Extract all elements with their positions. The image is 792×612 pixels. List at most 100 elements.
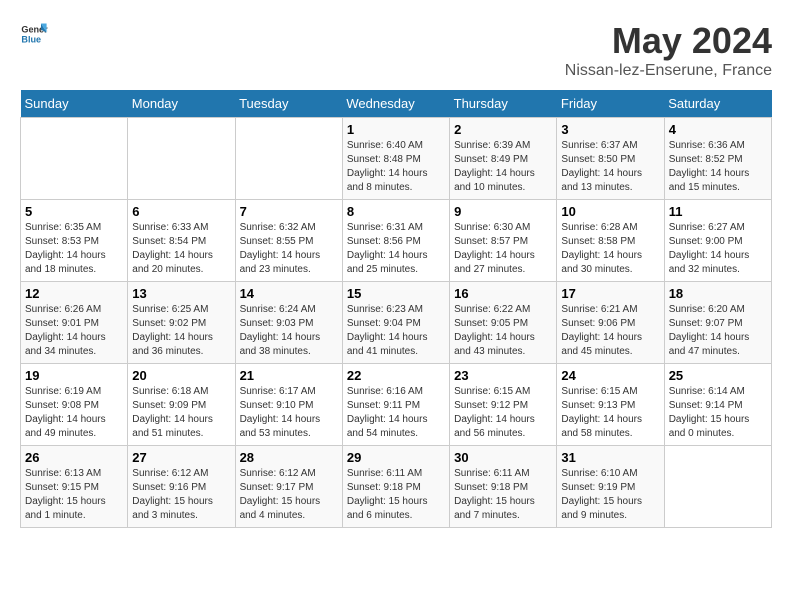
day-cell: 11 Sunrise: 6:27 AM Sunset: 9:00 PM Dayli… [664, 200, 771, 282]
title-block: May 2024 Nissan-lez-Enserune, France [565, 20, 772, 80]
day-number: 7 [240, 204, 338, 219]
day-header-monday: Monday [128, 90, 235, 118]
day-info: Sunrise: 6:35 AM Sunset: 8:53 PM Dayligh… [25, 221, 123, 277]
day-number: 2 [454, 122, 552, 137]
day-number: 4 [669, 122, 767, 137]
day-number: 16 [454, 286, 552, 301]
day-cell: 23 Sunrise: 6:15 AM Sunset: 9:12 PM Dayli… [450, 364, 557, 446]
day-info: Sunrise: 6:36 AM Sunset: 8:52 PM Dayligh… [669, 139, 767, 195]
day-cell: 24Sunrise: 6:15 AM Sunset: 9:13 PM Dayli… [557, 364, 664, 446]
day-info: Sunrise: 6:10 AM Sunset: 9:19 PM Dayligh… [561, 467, 659, 523]
day-info: Sunrise: 6:16 AM Sunset: 9:11 PM Dayligh… [347, 385, 445, 441]
day-cell: 30 Sunrise: 6:11 AM Sunset: 9:18 PM Dayli… [450, 446, 557, 528]
day-info: Sunrise: 6:27 AM Sunset: 9:00 PM Dayligh… [669, 221, 767, 277]
day-number: 25 [669, 368, 767, 383]
day-info: Sunrise: 6:24 AM Sunset: 9:03 PM Dayligh… [240, 303, 338, 359]
day-info: Sunrise: 6:12 AM Sunset: 9:16 PM Dayligh… [132, 467, 230, 523]
day-cell [235, 118, 342, 200]
day-number: 27 [132, 450, 230, 465]
logo-icon: General Blue [20, 20, 48, 48]
week-row-4: 19Sunrise: 6:19 AM Sunset: 9:08 PM Dayli… [21, 364, 772, 446]
day-cell: 10 Sunrise: 6:28 AM Sunset: 8:58 PM Dayli… [557, 200, 664, 282]
day-info: Sunrise: 6:40 AM Sunset: 8:48 PM Dayligh… [347, 139, 445, 195]
day-cell: 18Sunrise: 6:20 AM Sunset: 9:07 PM Dayli… [664, 282, 771, 364]
week-row-3: 12 Sunrise: 6:26 AM Sunset: 9:01 PM Dayli… [21, 282, 772, 364]
subtitle: Nissan-lez-Enserune, France [565, 62, 772, 80]
day-number: 23 [454, 368, 552, 383]
header-row: SundayMondayTuesdayWednesdayThursdayFrid… [21, 90, 772, 118]
day-number: 28 [240, 450, 338, 465]
day-info: Sunrise: 6:39 AM Sunset: 8:49 PM Dayligh… [454, 139, 552, 195]
day-info: Sunrise: 6:17 AM Sunset: 9:10 PM Dayligh… [240, 385, 338, 441]
day-cell: 8Sunrise: 6:31 AM Sunset: 8:56 PM Daylig… [342, 200, 449, 282]
day-cell [128, 118, 235, 200]
day-info: Sunrise: 6:23 AM Sunset: 9:04 PM Dayligh… [347, 303, 445, 359]
day-cell: 1 Sunrise: 6:40 AM Sunset: 8:48 PM Daylig… [342, 118, 449, 200]
day-cell: 3Sunrise: 6:37 AM Sunset: 8:50 PM Daylig… [557, 118, 664, 200]
day-header-wednesday: Wednesday [342, 90, 449, 118]
day-number: 14 [240, 286, 338, 301]
day-info: Sunrise: 6:21 AM Sunset: 9:06 PM Dayligh… [561, 303, 659, 359]
day-info: Sunrise: 6:18 AM Sunset: 9:09 PM Dayligh… [132, 385, 230, 441]
day-number: 30 [454, 450, 552, 465]
day-cell: 26 Sunrise: 6:13 AM Sunset: 9:15 PM Dayli… [21, 446, 128, 528]
main-title: May 2024 [565, 20, 772, 62]
day-info: Sunrise: 6:14 AM Sunset: 9:14 PM Dayligh… [669, 385, 767, 441]
day-number: 15 [347, 286, 445, 301]
day-number: 1 [347, 122, 445, 137]
page-header: General Blue May 2024 Nissan-lez-Enserun… [20, 20, 772, 80]
day-info: Sunrise: 6:19 AM Sunset: 9:08 PM Dayligh… [25, 385, 123, 441]
day-info: Sunrise: 6:20 AM Sunset: 9:07 PM Dayligh… [669, 303, 767, 359]
day-cell: 17 Sunrise: 6:21 AM Sunset: 9:06 PM Dayli… [557, 282, 664, 364]
day-cell: 25 Sunrise: 6:14 AM Sunset: 9:14 PM Dayli… [664, 364, 771, 446]
day-cell: 2 Sunrise: 6:39 AM Sunset: 8:49 PM Daylig… [450, 118, 557, 200]
day-cell: 28Sunrise: 6:12 AM Sunset: 9:17 PM Dayli… [235, 446, 342, 528]
day-header-friday: Friday [557, 90, 664, 118]
day-number: 17 [561, 286, 659, 301]
day-cell: 13Sunrise: 6:25 AM Sunset: 9:02 PM Dayli… [128, 282, 235, 364]
day-info: Sunrise: 6:15 AM Sunset: 9:13 PM Dayligh… [561, 385, 659, 441]
day-number: 29 [347, 450, 445, 465]
day-cell: 27 Sunrise: 6:12 AM Sunset: 9:16 PM Dayli… [128, 446, 235, 528]
day-number: 31 [561, 450, 659, 465]
day-header-sunday: Sunday [21, 90, 128, 118]
day-number: 9 [454, 204, 552, 219]
day-info: Sunrise: 6:25 AM Sunset: 9:02 PM Dayligh… [132, 303, 230, 359]
day-number: 21 [240, 368, 338, 383]
day-cell: 29Sunrise: 6:11 AM Sunset: 9:18 PM Dayli… [342, 446, 449, 528]
day-number: 11 [669, 204, 767, 219]
day-number: 10 [561, 204, 659, 219]
day-info: Sunrise: 6:33 AM Sunset: 8:54 PM Dayligh… [132, 221, 230, 277]
day-info: Sunrise: 6:32 AM Sunset: 8:55 PM Dayligh… [240, 221, 338, 277]
day-cell: 22Sunrise: 6:16 AM Sunset: 9:11 PM Dayli… [342, 364, 449, 446]
day-info: Sunrise: 6:30 AM Sunset: 8:57 PM Dayligh… [454, 221, 552, 277]
calendar-header: SundayMondayTuesdayWednesdayThursdayFrid… [21, 90, 772, 118]
day-info: Sunrise: 6:13 AM Sunset: 9:15 PM Dayligh… [25, 467, 123, 523]
week-row-2: 5Sunrise: 6:35 AM Sunset: 8:53 PM Daylig… [21, 200, 772, 282]
day-cell: 20 Sunrise: 6:18 AM Sunset: 9:09 PM Dayli… [128, 364, 235, 446]
day-cell: 16 Sunrise: 6:22 AM Sunset: 9:05 PM Dayli… [450, 282, 557, 364]
day-header-tuesday: Tuesday [235, 90, 342, 118]
day-number: 20 [132, 368, 230, 383]
day-info: Sunrise: 6:11 AM Sunset: 9:18 PM Dayligh… [454, 467, 552, 523]
calendar-body: 1 Sunrise: 6:40 AM Sunset: 8:48 PM Daylig… [21, 118, 772, 528]
day-cell: 19Sunrise: 6:19 AM Sunset: 9:08 PM Dayli… [21, 364, 128, 446]
day-info: Sunrise: 6:22 AM Sunset: 9:05 PM Dayligh… [454, 303, 552, 359]
day-header-saturday: Saturday [664, 90, 771, 118]
day-number: 26 [25, 450, 123, 465]
day-info: Sunrise: 6:15 AM Sunset: 9:12 PM Dayligh… [454, 385, 552, 441]
day-cell: 21 Sunrise: 6:17 AM Sunset: 9:10 PM Dayli… [235, 364, 342, 446]
week-row-1: 1 Sunrise: 6:40 AM Sunset: 8:48 PM Daylig… [21, 118, 772, 200]
day-cell [21, 118, 128, 200]
day-cell: 6 Sunrise: 6:33 AM Sunset: 8:54 PM Daylig… [128, 200, 235, 282]
day-number: 12 [25, 286, 123, 301]
day-info: Sunrise: 6:26 AM Sunset: 9:01 PM Dayligh… [25, 303, 123, 359]
day-cell: 4 Sunrise: 6:36 AM Sunset: 8:52 PM Daylig… [664, 118, 771, 200]
day-info: Sunrise: 6:31 AM Sunset: 8:56 PM Dayligh… [347, 221, 445, 277]
day-header-thursday: Thursday [450, 90, 557, 118]
week-row-5: 26 Sunrise: 6:13 AM Sunset: 9:15 PM Dayli… [21, 446, 772, 528]
calendar-table: SundayMondayTuesdayWednesdayThursdayFrid… [20, 90, 772, 528]
logo: General Blue [20, 20, 48, 48]
day-info: Sunrise: 6:28 AM Sunset: 8:58 PM Dayligh… [561, 221, 659, 277]
day-number: 6 [132, 204, 230, 219]
